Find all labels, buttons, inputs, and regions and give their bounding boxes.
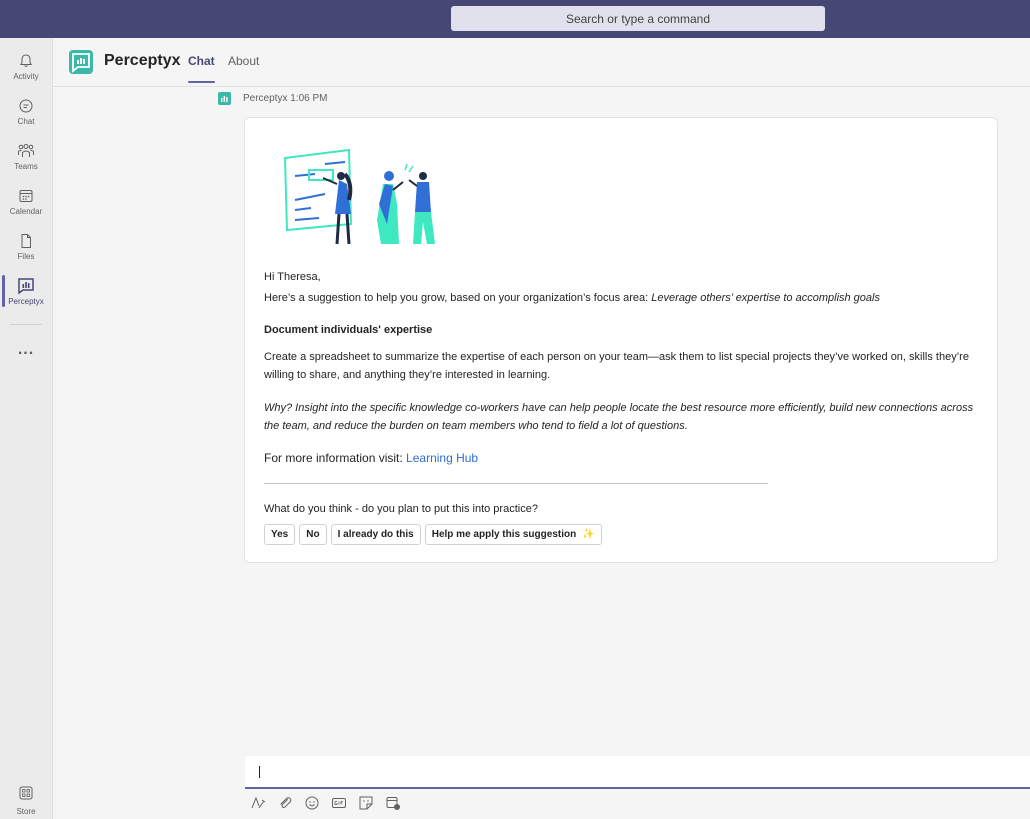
more-info-prefix: For more information visit:	[264, 451, 407, 465]
more-info-text: For more information visit: Learning Hub	[264, 449, 964, 467]
bell-icon	[16, 52, 36, 70]
help-apply-label: Help me apply this suggestion	[431, 529, 577, 540]
message-sender-row: Perceptyx 1:06 PM	[218, 92, 328, 105]
compose-box[interactable]	[245, 756, 1030, 789]
sender-name: Perceptyx	[243, 93, 288, 104]
rail-item-files[interactable]: Files	[0, 224, 52, 268]
rail-label: Chat	[17, 116, 35, 126]
rail-label: Files	[17, 251, 35, 261]
yes-button[interactable]: Yes	[264, 524, 296, 545]
intro-prefix: Here’s a suggestion to help you grow, ba…	[264, 292, 652, 304]
rail-label: Calendar	[9, 206, 43, 216]
rail-label: Activity	[13, 71, 39, 81]
divider	[264, 483, 768, 484]
teams-icon	[16, 142, 36, 160]
chat-icon	[16, 97, 36, 115]
message-time: 1:06 PM	[290, 93, 328, 104]
rail-item-perceptyx[interactable]: Perceptyx	[0, 269, 52, 313]
collaboration-illustration	[283, 148, 435, 245]
format-icon[interactable]	[250, 795, 266, 811]
sparkle-icon: ✨	[582, 529, 595, 540]
perceptyx-logo-icon	[69, 50, 93, 74]
rail-item-calendar[interactable]: Calendar	[0, 179, 52, 223]
rail-label: Teams	[14, 161, 38, 171]
app-rail: Activity Chat Teams Calendar Files Perce…	[0, 38, 53, 819]
feedback-question: What do you think - do you plan to put t…	[264, 503, 538, 515]
emoji-icon[interactable]	[304, 795, 320, 811]
no-button[interactable]: No	[299, 524, 327, 545]
top-bar: Search or type a command	[0, 0, 1030, 38]
schedule-meeting-icon[interactable]	[385, 795, 401, 811]
perceptyx-icon	[16, 277, 36, 295]
rail-item-store[interactable]: Store	[0, 784, 52, 816]
rail-item-teams[interactable]: Teams	[0, 134, 52, 178]
rail-label: Perceptyx	[8, 296, 44, 306]
feedback-buttons: Yes No I already do this Help me apply t…	[264, 524, 602, 545]
gif-icon[interactable]	[331, 795, 347, 811]
suggestion-card: Hi Theresa, Here’s a suggestion to help …	[244, 117, 998, 563]
rail-divider	[10, 324, 42, 325]
calendar-icon	[16, 187, 36, 205]
already-do-this-button[interactable]: I already do this	[330, 524, 421, 545]
suggestion-heading: Document individuals' expertise	[264, 324, 433, 336]
more-icon: ...	[17, 341, 35, 358]
rail-item-activity[interactable]: Activity	[0, 44, 52, 88]
active-tab-indicator	[188, 81, 215, 83]
greeting: Hi Theresa,	[264, 271, 321, 283]
search-input[interactable]: Search or type a command	[451, 6, 825, 31]
focus-area: Leverage others’ expertise to accomplish…	[651, 292, 880, 304]
rail-item-chat[interactable]: Chat	[0, 89, 52, 133]
tab-about[interactable]: About	[228, 54, 259, 68]
text-caret	[259, 766, 260, 778]
rail-label: Store	[16, 807, 36, 816]
attach-icon[interactable]	[277, 795, 293, 811]
more-apps-button[interactable]: ...	[0, 328, 52, 372]
suggestion-body: Create a spreadsheet to summarize the ex…	[264, 351, 969, 381]
app-title: Perceptyx	[104, 52, 181, 69]
compose-toolbar	[250, 795, 401, 811]
app-header: Perceptyx Chat About	[53, 38, 1030, 87]
sticker-icon[interactable]	[358, 795, 374, 811]
tab-chat[interactable]: Chat	[188, 54, 215, 68]
perceptyx-avatar-icon	[218, 92, 231, 105]
file-icon	[16, 232, 36, 250]
help-apply-button[interactable]: Help me apply this suggestion ✨	[424, 524, 602, 545]
learning-hub-link[interactable]: Learning Hub	[406, 451, 478, 465]
intro-text: Here’s a suggestion to help you grow, ba…	[264, 289, 964, 307]
store-icon	[19, 786, 33, 805]
suggestion-why: Why? Insight into the specific knowledge…	[264, 402, 974, 432]
